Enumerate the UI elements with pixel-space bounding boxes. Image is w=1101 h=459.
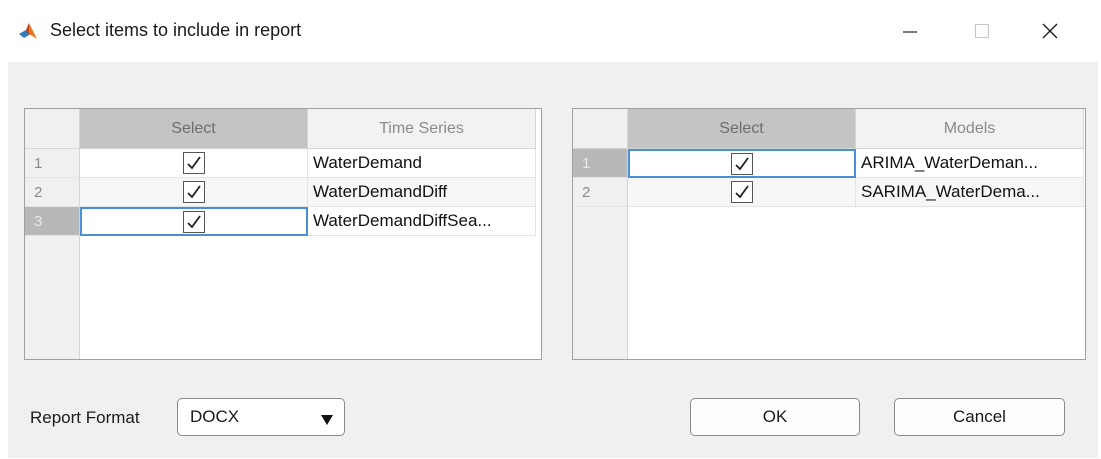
ok-button[interactable]: OK (690, 398, 860, 436)
close-icon[interactable] (1030, 14, 1070, 48)
select-cell[interactable] (80, 149, 308, 178)
dropdown-arrow-icon (320, 411, 334, 431)
title-bar: Select items to include in report (0, 0, 1101, 62)
select-cell[interactable] (80, 178, 308, 207)
row-number: 2 (25, 178, 80, 207)
models-column-header[interactable]: Models (856, 109, 1084, 149)
table-corner-header (573, 109, 628, 149)
report-format-label: Report Format (30, 408, 140, 427)
maximize-icon[interactable] (962, 14, 1002, 48)
time-series-name[interactable]: WaterDemandDiffSea... (308, 207, 536, 236)
time-series-name[interactable]: WaterDemandDiff (308, 178, 536, 207)
window-title: Select items to include in report (50, 20, 302, 40)
checkmark-icon (186, 185, 201, 199)
dialog-body: Select Time Series 1 WaterDemand 2 Water… (8, 62, 1098, 458)
checkmark-icon (186, 156, 201, 170)
time-series-name[interactable]: WaterDemand (308, 149, 536, 178)
select-cell[interactable] (80, 207, 308, 236)
select-column-header[interactable]: Select (80, 109, 308, 149)
select-cell[interactable] (628, 178, 856, 207)
checkbox[interactable] (730, 181, 753, 203)
checkmark-icon (734, 185, 749, 199)
checkbox[interactable] (731, 152, 753, 175)
row-number: 2 (573, 178, 628, 207)
report-format-value: DOCX (190, 407, 240, 426)
select-column-header[interactable]: Select (628, 109, 856, 149)
minimize-icon[interactable] (890, 14, 930, 48)
time-series-table: Select Time Series 1 WaterDemand 2 Water… (24, 108, 542, 360)
select-cell[interactable] (628, 149, 856, 178)
report-format-dropdown[interactable]: DOCX (177, 398, 345, 436)
models-table: Select Models 1 ARIMA_WaterDeman... 2 SA… (572, 108, 1086, 360)
row-number: 3 (25, 207, 80, 236)
model-name[interactable]: ARIMA_WaterDeman... (856, 149, 1084, 178)
cancel-button[interactable]: Cancel (894, 398, 1065, 436)
checkbox[interactable] (182, 181, 205, 203)
checkmark-icon (187, 214, 201, 228)
row-number: 1 (25, 149, 80, 178)
matlab-icon (18, 21, 38, 41)
time-series-column-header[interactable]: Time Series (308, 109, 536, 149)
row-number: 1 (573, 149, 628, 178)
checkbox[interactable] (183, 210, 205, 233)
checkmark-icon (735, 156, 749, 170)
table-corner-header (25, 109, 80, 149)
checkbox[interactable] (182, 152, 205, 174)
model-name[interactable]: SARIMA_WaterDema... (856, 178, 1084, 207)
